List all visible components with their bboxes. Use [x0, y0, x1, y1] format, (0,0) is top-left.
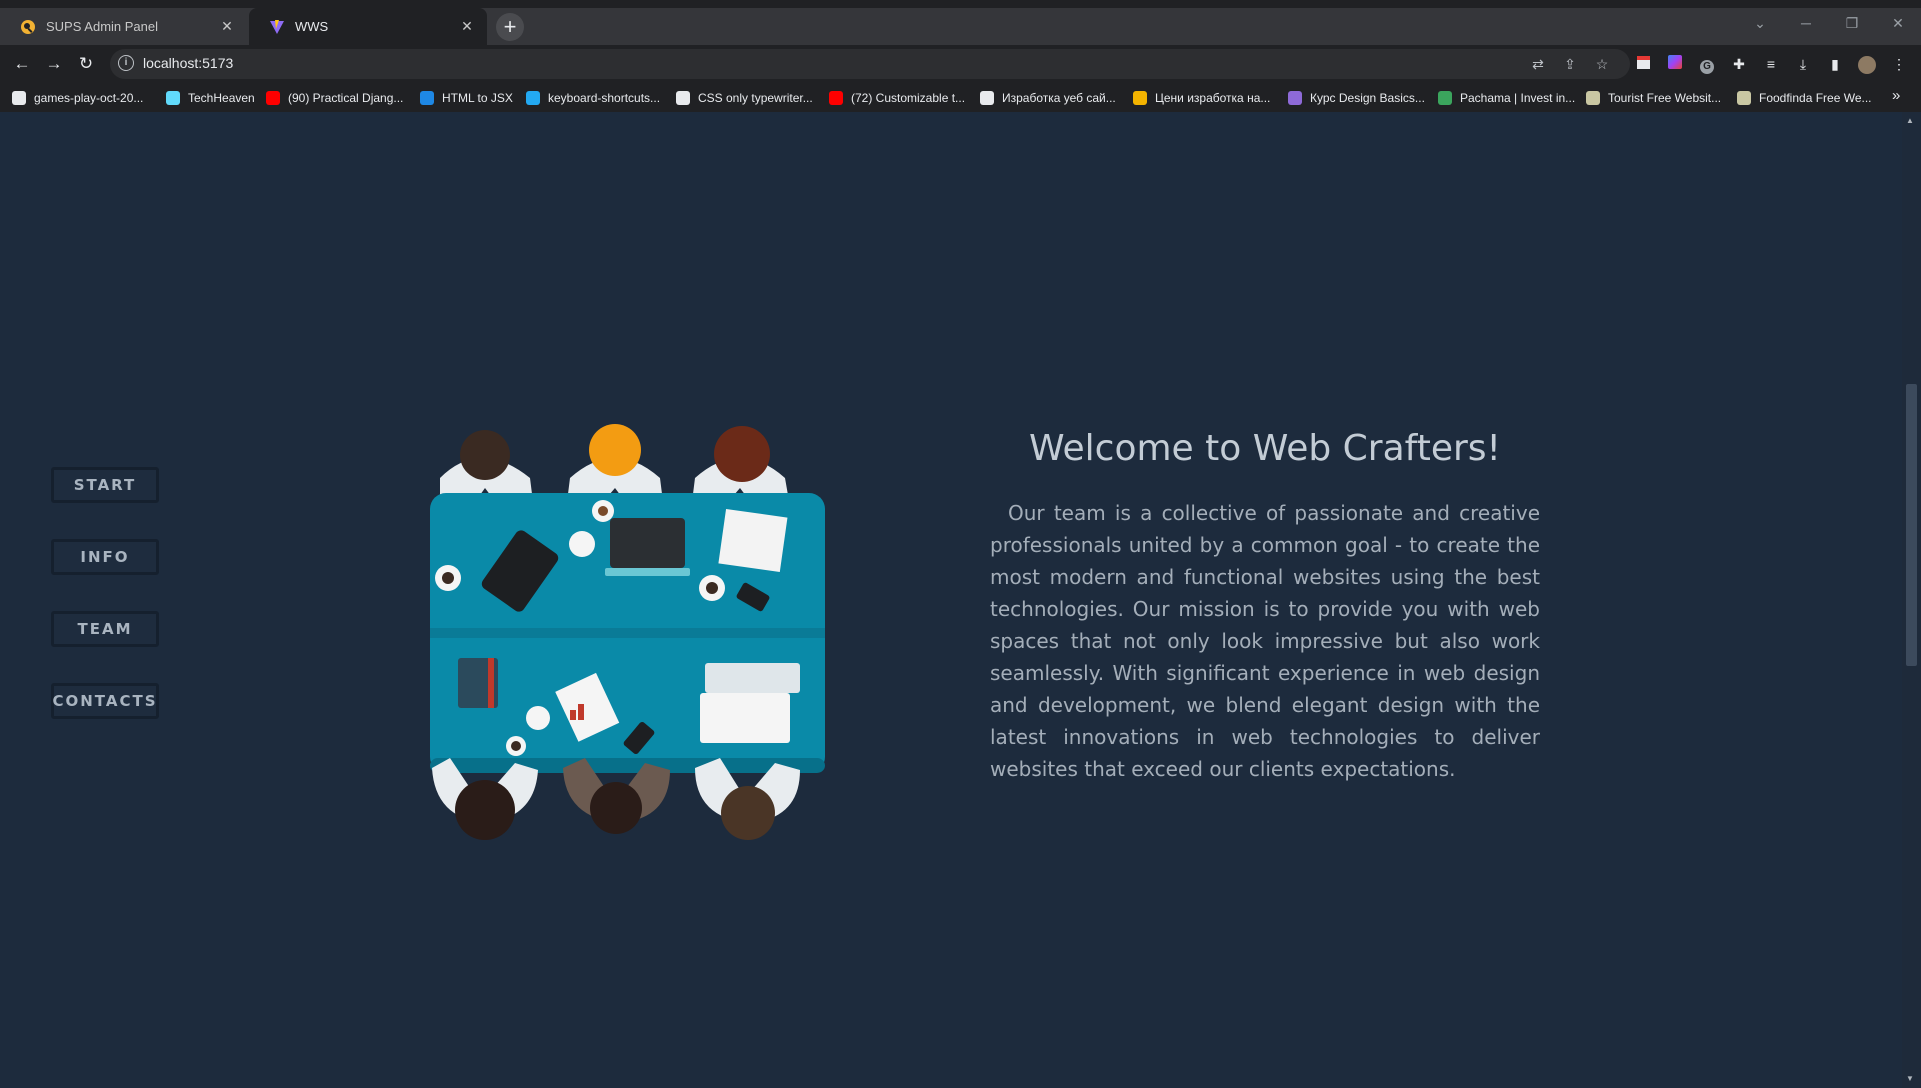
react-icon: [166, 91, 180, 105]
profile-avatar[interactable]: [1855, 52, 1879, 76]
youtube-icon: [266, 91, 280, 105]
scroll-up-icon[interactable]: ▲: [1906, 116, 1914, 125]
transform-icon: [420, 91, 434, 105]
admin-favicon-icon: [21, 19, 35, 34]
bookmark-label: (72) Customizable t...: [851, 91, 966, 105]
leaf-icon: [1438, 91, 1452, 105]
bookmark-item[interactable]: Курс Design Basics...: [1288, 89, 1425, 107]
bookmark-label: games-play-oct-20...: [34, 91, 144, 105]
restore-icon[interactable]: ❐: [1829, 8, 1875, 38]
vite-favicon-icon: [270, 19, 284, 34]
bookmark-item[interactable]: Foodfinda Free We...: [1737, 89, 1872, 107]
hero-description: Our team is a collective of passionate a…: [990, 501, 1540, 781]
team-meeting-illustration: [430, 424, 825, 840]
bookmark-label: Цени изработка на...: [1155, 91, 1271, 105]
share-icon[interactable]: ⇪: [1559, 53, 1581, 75]
tab-label: SUPS Admin Panel: [46, 19, 159, 34]
bookmark-star-icon[interactable]: ☆: [1591, 53, 1613, 75]
tab-wws[interactable]: WWS ✕: [249, 8, 487, 45]
reload-icon[interactable]: ↻: [74, 52, 98, 76]
codepen-icon: [676, 91, 690, 105]
bookmark-item[interactable]: keyboard-shortcuts...: [526, 89, 660, 107]
window-frame: [0, 0, 1921, 8]
notebook: [718, 508, 788, 573]
nav-contacts-button[interactable]: CONTACTS: [51, 683, 159, 719]
new-tab-button[interactable]: +: [496, 13, 524, 41]
extension-red-icon[interactable]: [1631, 52, 1655, 76]
image-icon: [1586, 91, 1600, 105]
bookmark-item[interactable]: TechHeaven: [166, 89, 255, 107]
translate-icon[interactable]: ⇄: [1527, 53, 1549, 75]
youtube-icon: [829, 91, 843, 105]
nav-info-button[interactable]: INFO: [51, 539, 159, 575]
bookmark-label: Pachama | Invest in...: [1460, 91, 1576, 105]
back-icon[interactable]: ←: [10, 52, 34, 76]
bookmark-item[interactable]: games-play-oct-20...: [12, 89, 143, 107]
bookmark-label: keyboard-shortcuts...: [548, 91, 661, 105]
laptop-top: [610, 518, 685, 568]
laptop-bottom: [705, 663, 800, 693]
bookmark-item[interactable]: Tourist Free Websit...: [1586, 89, 1721, 107]
page-title: Welcome to Web Crafters!: [1029, 428, 1501, 469]
scroll-down-icon[interactable]: ▼: [1906, 1074, 1914, 1083]
minimize-icon[interactable]: ─: [1783, 8, 1829, 38]
bookmark-item[interactable]: (90) Practical Djang...: [266, 89, 403, 107]
bookmark-item[interactable]: Цени изработка на...: [1133, 89, 1270, 107]
image-icon: [1737, 91, 1751, 105]
extensions-puzzle-icon[interactable]: ✚: [1727, 52, 1751, 76]
tab-search-icon[interactable]: ⌄: [1737, 8, 1783, 38]
site-icon: [1133, 91, 1147, 105]
url-text[interactable]: localhost:5173: [143, 55, 233, 71]
tab-label: WWS: [295, 19, 329, 34]
bookmark-label: TechHeaven: [188, 91, 255, 105]
bookmark-label: Foodfinda Free We...: [1759, 91, 1872, 105]
bookmark-item[interactable]: CSS only typewriter...: [676, 89, 813, 107]
bookmark-label: Tourist Free Websit...: [1608, 91, 1722, 105]
site-info-icon[interactable]: i: [118, 55, 134, 71]
address-bar[interactable]: [110, 49, 1630, 79]
extension-gradient-icon[interactable]: [1663, 52, 1687, 76]
nav-start-button[interactable]: START: [51, 467, 159, 503]
bookmark-item[interactable]: HTML to JSX: [420, 89, 513, 107]
bookmark-label: CSS only typewriter...: [698, 91, 813, 105]
bookmark-label: Курс Design Basics...: [1310, 91, 1425, 105]
scrollbar-thumb[interactable]: [1906, 384, 1917, 666]
laptop-top-base: [605, 568, 690, 576]
cap-icon: [1288, 91, 1302, 105]
site-icon: [980, 91, 994, 105]
forward-icon[interactable]: →: [42, 52, 66, 76]
tab-close-icon[interactable]: ✕: [219, 18, 235, 35]
download-icon[interactable]: ⤓: [1791, 52, 1815, 76]
vscode-icon: [526, 91, 540, 105]
bookmark-item[interactable]: (72) Customizable t...: [829, 89, 965, 107]
nav-team-button[interactable]: TEAM: [51, 611, 159, 647]
menu-icon[interactable]: ⋮: [1887, 52, 1911, 76]
bookmark-label: HTML to JSX: [442, 91, 513, 105]
github-icon: [12, 91, 26, 105]
reading-list-icon[interactable]: ≡: [1759, 52, 1783, 76]
bookmark-label: Изработка уеб сай...: [1002, 91, 1116, 105]
close-window-icon[interactable]: ✕: [1875, 8, 1921, 38]
bookmark-item[interactable]: Pachama | Invest in...: [1438, 89, 1575, 107]
page-content: [0, 112, 1902, 1088]
bookmark-label: (90) Practical Djang...: [288, 91, 404, 105]
tab-sups-admin[interactable]: SUPS Admin Panel ✕: [0, 8, 247, 45]
extension-grammarly-icon[interactable]: G: [1695, 52, 1719, 76]
side-panel-icon[interactable]: ▮: [1823, 52, 1847, 76]
tab-close-icon[interactable]: ✕: [459, 18, 475, 35]
bookmark-item[interactable]: Изработка уеб сай...: [980, 89, 1116, 107]
more-bookmarks-icon[interactable]: »: [1892, 87, 1900, 104]
